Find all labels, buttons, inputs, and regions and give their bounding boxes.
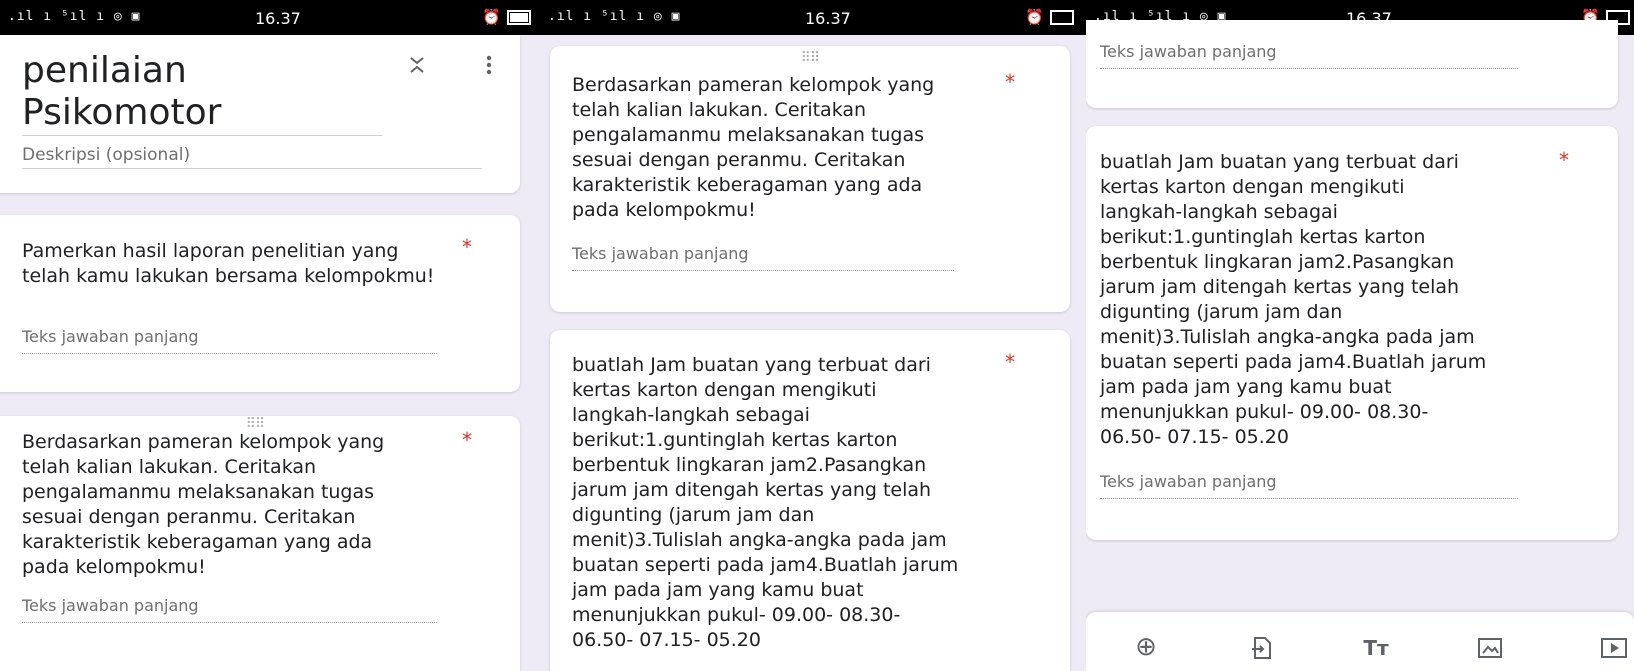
import-icon[interactable] (1251, 636, 1273, 660)
question-3-text[interactable]: buatlah Jam buatan yang terbuat dari ker… (1100, 150, 1550, 450)
screen-panel-2: .ıl ı ⁵ıl ı ◎ ▣ 16.37 ⏰ ⠿⠿ Berdasarkan p… (540, 0, 1086, 671)
question-card-2[interactable]: ⠿⠿ Berdasarkan pameran kelompok yang tel… (550, 46, 1070, 312)
answer-hint: Teks jawaban panjang (22, 596, 199, 615)
alarm-icon: ⏰ (482, 8, 531, 26)
question-1-text[interactable]: Pamerkan hasil laporan penelitian yang t… (22, 239, 452, 289)
answer-hint: Teks jawaban panjang (572, 244, 749, 263)
clock: 16.37 (255, 9, 301, 28)
battery-icon (506, 10, 531, 25)
question-card-3[interactable]: buatlah Jam buatan yang terbuat dari ker… (1086, 126, 1618, 540)
answer-underline (22, 353, 437, 354)
question-card-2[interactable]: Teks jawaban panjang (1086, 20, 1618, 108)
alarm-icon: ⏰ (1025, 8, 1074, 26)
signal-indicators: .ıl ı ⁵ıl ı ◎ ▣ (8, 9, 141, 24)
image-icon[interactable] (1478, 638, 1502, 658)
question-card-2[interactable]: ⠿⠿ Berdasarkan pameran kelompok yang tel… (0, 416, 520, 671)
form-title-line-1[interactable]: penilaian (22, 49, 187, 93)
video-icon[interactable] (1601, 638, 1627, 658)
question-card-3[interactable]: buatlah Jam buatan yang terbuat dari ker… (550, 330, 1070, 671)
required-mark: * (1559, 148, 1569, 172)
form-title-line-2[interactable]: Psikomotor (22, 91, 221, 135)
status-bar: .ıl ı ⁵ıl ı ◎ ▣ 16.37 ⏰ (0, 0, 540, 35)
bottom-toolbar: ⊕ Tт (1086, 612, 1634, 671)
status-bar: .ıl ı ⁵ıl ı ◎ ▣ 16.37 ⏰ (540, 0, 1086, 35)
question-2-text[interactable]: Berdasarkan pameran kelompok yang telah … (572, 73, 992, 223)
add-circle-icon[interactable]: ⊕ (1128, 632, 1164, 662)
answer-underline (1100, 68, 1518, 69)
title-underline (22, 135, 382, 136)
answer-hint: Teks jawaban panjang (1100, 472, 1277, 491)
question-card-1[interactable]: Pamerkan hasil laporan penelitian yang t… (0, 215, 520, 392)
title-text-icon[interactable]: Tт (1358, 636, 1394, 660)
required-mark: * (1005, 350, 1015, 374)
more-vert-icon[interactable] (486, 55, 492, 75)
collapse-icon[interactable] (408, 55, 426, 75)
drag-handle-icon[interactable]: ⠿⠿ (800, 50, 821, 66)
description-underline (22, 168, 482, 169)
required-mark: * (462, 428, 472, 452)
clock: 16.37 (805, 9, 851, 28)
required-mark: * (462, 235, 472, 259)
answer-underline (572, 270, 954, 271)
form-title-card[interactable]: penilaian Psikomotor Deskripsi (opsional… (0, 35, 520, 193)
answer-underline (1100, 498, 1518, 499)
screen-panel-1: .ıl ı ⁵ıl ı ◎ ▣ 16.37 ⏰ penilaian Psikom… (0, 0, 540, 671)
answer-underline (22, 622, 437, 623)
answer-hint: Teks jawaban panjang (22, 327, 199, 346)
question-3-text[interactable]: buatlah Jam buatan yang terbuat dari ker… (572, 353, 1002, 653)
answer-hint: Teks jawaban panjang (1100, 42, 1277, 61)
required-mark: * (1005, 70, 1015, 94)
question-2-text[interactable]: Berdasarkan pameran kelompok yang telah … (22, 430, 452, 580)
battery-icon (1049, 10, 1074, 25)
description-field[interactable]: Deskripsi (opsional) (22, 145, 190, 165)
screen-panel-3: .ıl ı ⁵ıl ı ◎ ▣ 16.37 ⏰ Teks jawaban pan… (1086, 0, 1634, 671)
signal-indicators: .ıl ı ⁵ıl ı ◎ ▣ (548, 9, 681, 24)
